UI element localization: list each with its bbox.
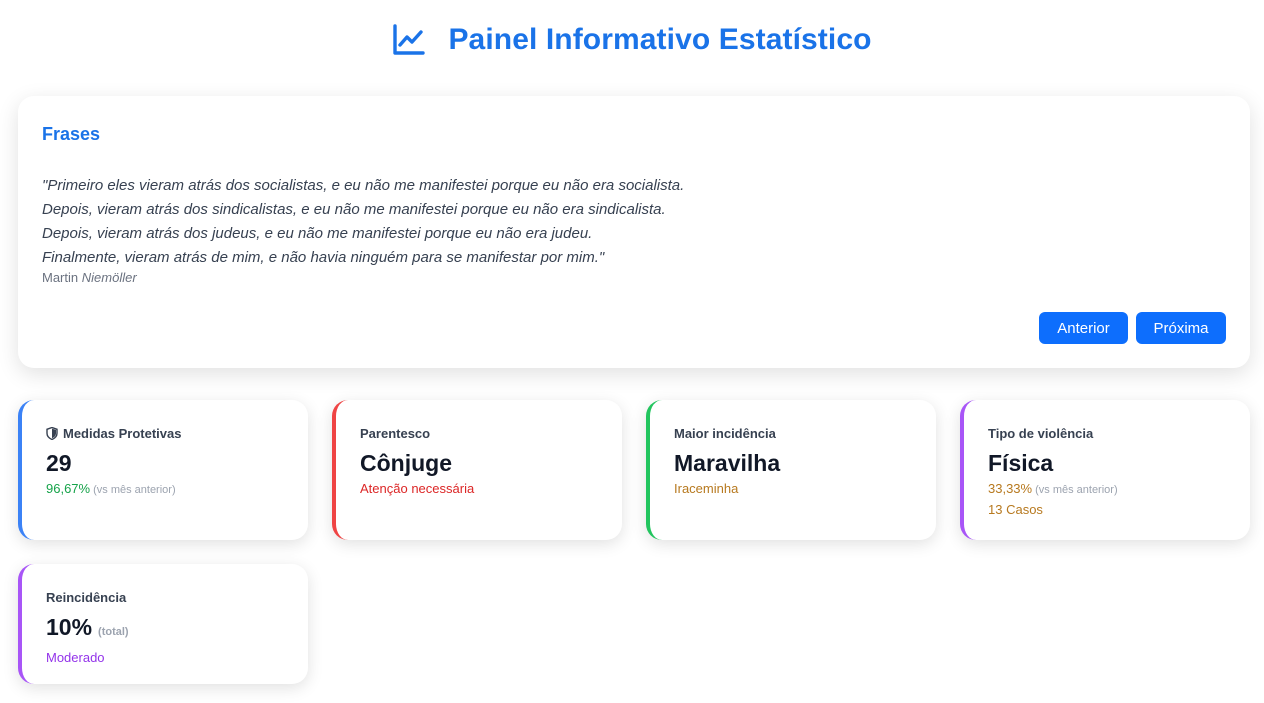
stat-card-reincidencia: Reincidência 10% (total) Moderado [18,564,308,684]
previous-button[interactable]: Anterior [1039,312,1128,344]
quote-line: Depois, vieram atrás dos judeus, e eu nã… [42,225,593,242]
stat-label: Reincidência [46,590,127,605]
stat-change-value: 33,33% [988,481,1033,496]
stat-label: Parentesco [360,426,431,441]
stat-change-note: (vs mês anterior) [1035,484,1118,496]
stat-sub: Atenção necessária [360,481,475,496]
quote-heading: Frases [42,124,101,144]
stat-sub: Iraceminha [674,481,739,496]
stat-sub: Moderado [46,650,105,665]
quote-line: "Primeiro eles vieram atrás dos socialis… [42,177,685,194]
stat-card-parentesco: Parentesco Cônjuge Atenção necessária [332,400,622,540]
stat-change-note: (vs mês anterior) [93,484,176,496]
page-title: Painel Informativo Estatístico [448,23,872,56]
quote-author-first: Martin [42,270,79,285]
stat-card-maior-incidencia: Maior incidência Maravilha Iraceminha [646,400,936,540]
stat-change: 96,67% (vs mês anterior) [46,479,308,500]
next-button[interactable]: Próxima [1136,312,1226,344]
dashboard-page: Painel Informativo Estatístico Frases "P… [0,0,1264,703]
quote-line: Finalmente, vieram atrás de mim, e não h… [42,249,605,266]
stat-value: Cônjuge [360,450,452,476]
line-chart-icon [393,24,426,55]
stat-change-value: 96,67% [46,481,91,496]
stat-value-note: (total) [98,626,129,638]
stat-label: Tipo de violência [988,426,1094,441]
quote-author: Martin Niemöller [42,270,137,285]
stat-card-tipo-violencia: Tipo de violência Física 33,33% (vs mês a… [960,400,1250,540]
stat-label: Maior incidência [674,426,776,441]
stat-label-text: Medidas Protetivas [63,426,182,441]
stat-change: 33,33% (vs mês anterior) [988,479,1250,500]
quote-author-last: Niemöller [81,270,137,285]
stat-value: 10% (total) [46,613,308,646]
stat-value: 29 [46,450,72,476]
quote-line: Depois, vieram atrás dos sindicalistas, … [42,201,666,218]
stat-cases: 13 Casos [988,502,1043,517]
page-header: Painel Informativo Estatístico [0,0,1264,80]
shield-icon [46,427,58,440]
stat-card-medidas-protetivas: Medidas Protetivas 29 96,67% (vs mês ante… [18,400,308,540]
stat-value-number: 10% [46,614,93,640]
quote-text: "Primeiro eles vieram atrás dos socialis… [42,174,942,270]
stat-value: Física [988,450,1054,476]
stat-value: Maravilha [674,450,781,476]
quote-card: Frases "Primeiro eles vieram atrás dos s… [18,96,1250,368]
stat-label: Medidas Protetivas [46,426,308,441]
